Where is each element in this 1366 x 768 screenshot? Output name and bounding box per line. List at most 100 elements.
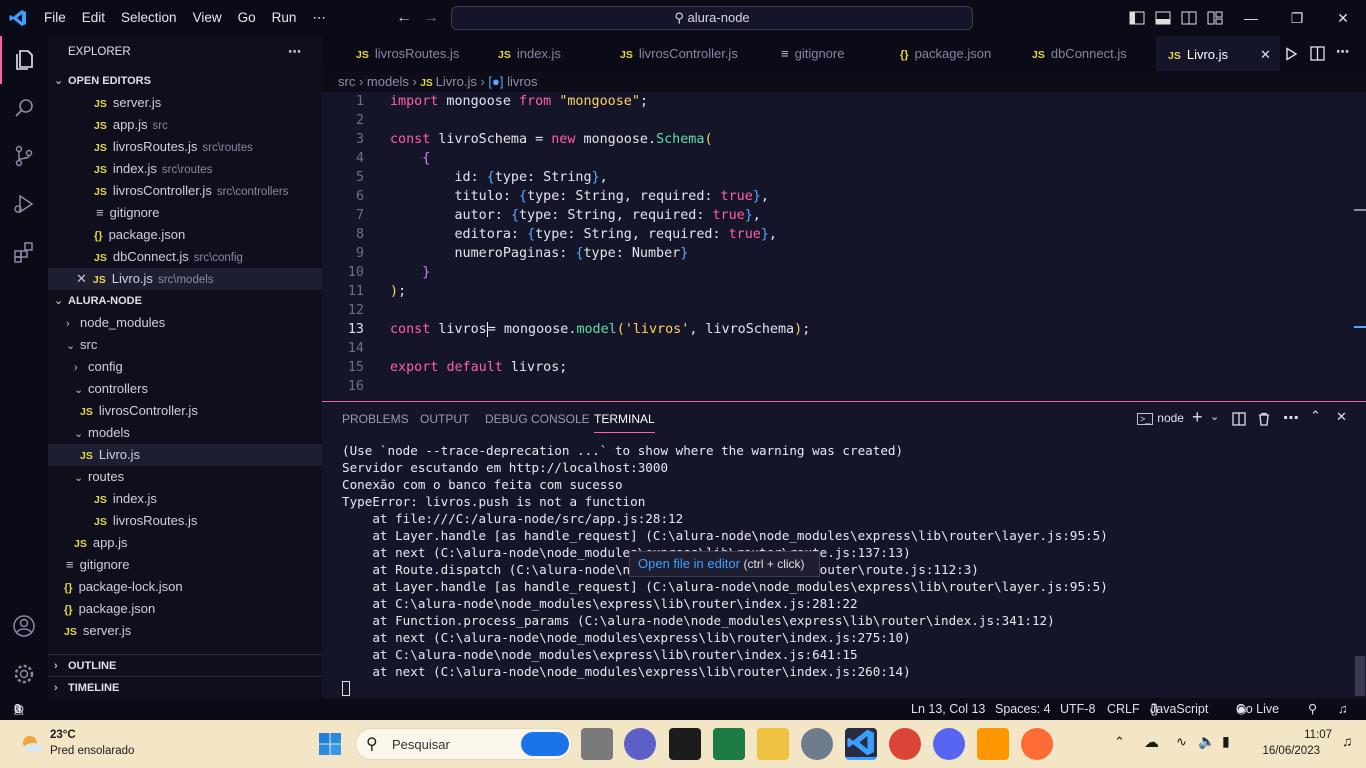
chrome-icon[interactable] xyxy=(889,728,921,760)
tree-folder[interactable]: › config xyxy=(48,356,322,378)
battery-icon[interactable]: ▮ xyxy=(1222,733,1230,750)
terminal-app-icon[interactable] xyxy=(669,728,701,760)
menu-run[interactable]: Run xyxy=(264,0,305,36)
notifications-bell-icon[interactable]: ♫ xyxy=(1338,698,1347,720)
panel-more-icon[interactable]: ⋯ xyxy=(1283,408,1299,428)
clock-time[interactable]: 11:07 xyxy=(1284,729,1332,741)
tab-package-json[interactable]: {} package.json xyxy=(900,36,991,71)
windows-start-icon[interactable] xyxy=(318,732,342,756)
terminal-selector[interactable]: >_ node xyxy=(1137,411,1184,425)
close-window-button[interactable]: ✕ xyxy=(1320,0,1366,36)
code-editor[interactable]: 1 2 3 4 5 6 7 8 9 10 11 12 13 14 15 16 i… xyxy=(322,92,1366,400)
split-editor-icon[interactable] xyxy=(1310,46,1325,61)
menu-view[interactable]: View xyxy=(185,0,230,36)
explorer-more-icon[interactable]: ⋯ xyxy=(288,41,318,63)
explorer-icon[interactable] xyxy=(0,36,48,84)
teams-chat-icon[interactable] xyxy=(624,728,656,760)
wifi-icon[interactable]: ∿ xyxy=(1176,734,1187,750)
tree-file[interactable]: JS app.js xyxy=(48,532,322,554)
tree-file[interactable]: JS livrosRoutes.js xyxy=(48,510,322,532)
tree-file[interactable]: {} package-lock.json xyxy=(48,576,322,598)
tooltip-link[interactable]: Open file in editor xyxy=(638,556,740,571)
toggle-panel-icon[interactable] xyxy=(1155,10,1171,26)
timeline-header[interactable]: › TIMELINE xyxy=(48,676,322,698)
menu-more[interactable]: ⋯ xyxy=(304,0,334,36)
outline-header[interactable]: › OUTLINE xyxy=(48,654,322,676)
extensions-icon[interactable] xyxy=(0,228,48,276)
task-view-icon[interactable] xyxy=(581,728,613,760)
tree-file[interactable]: JS index.js xyxy=(48,488,322,510)
tree-folder[interactable]: › node_modules xyxy=(48,312,322,334)
source-control-icon[interactable] xyxy=(0,132,48,180)
menu-go[interactable]: Go xyxy=(230,0,264,36)
open-editors-header[interactable]: ⌄ OPEN EDITORS xyxy=(48,70,322,92)
back-arrow-icon[interactable]: ← xyxy=(390,9,418,27)
tree-file[interactable]: JS livrosController.js xyxy=(48,400,322,422)
sublime-text-icon[interactable] xyxy=(977,728,1009,760)
excel-icon[interactable] xyxy=(713,728,745,760)
run-debug-icon[interactable] xyxy=(0,180,48,228)
command-center-search[interactable]: ⚲ alura-node xyxy=(451,6,973,30)
onedrive-cloud-icon[interactable]: ☁ xyxy=(1144,733,1159,751)
tab-livro-active[interactable]: JS Livro.js ✕ xyxy=(1156,36,1280,71)
forward-arrow-icon[interactable]: → xyxy=(417,9,445,27)
terminal-cursor[interactable] xyxy=(342,681,350,696)
clock-date[interactable]: 16/06/2023 xyxy=(1256,745,1320,757)
terminal-scrollbar[interactable] xyxy=(1355,656,1365,696)
weather-icon[interactable] xyxy=(18,732,44,756)
open-editor-item[interactable]: JS dbConnect.js src\config xyxy=(48,246,322,268)
notification-bell-icon[interactable]: ♫ xyxy=(1342,733,1353,749)
open-editor-item[interactable]: JS app.js src xyxy=(48,114,322,136)
tree-folder[interactable]: ⌄ controllers xyxy=(48,378,322,400)
toggle-primary-sidebar-icon[interactable] xyxy=(1129,10,1145,26)
indentation[interactable]: Spaces: 4 xyxy=(995,698,1051,720)
maximize-panel-icon[interactable]: ⌃ xyxy=(1310,408,1321,424)
open-editor-item[interactable]: ≡ gitignore xyxy=(48,202,322,224)
file-explorer-icon[interactable] xyxy=(757,728,789,760)
settings-app-icon[interactable] xyxy=(801,728,833,760)
accounts-icon[interactable] xyxy=(0,602,48,650)
terminal-line-link[interactable]: at Layer.handle [as handle_request] (C:\… xyxy=(342,578,1107,595)
close-icon[interactable]: ✕ xyxy=(76,271,87,286)
split-terminal-icon[interactable] xyxy=(1232,412,1246,426)
tab-problems[interactable]: PROBLEMS xyxy=(342,412,409,426)
project-header[interactable]: ⌄ ALURA-NODE xyxy=(48,290,322,312)
tree-folder[interactable]: ⌄ src xyxy=(48,334,322,356)
tab-terminal[interactable]: TERMINAL xyxy=(594,412,655,433)
menu-edit[interactable]: Edit xyxy=(74,0,113,36)
tab-debug-console[interactable]: DEBUG CONSOLE xyxy=(485,412,590,426)
open-editor-item[interactable]: JS index.js src\routes xyxy=(48,158,322,180)
minimize-button[interactable]: — xyxy=(1228,0,1274,36)
discord-icon[interactable] xyxy=(933,728,965,760)
open-editor-item[interactable]: {} package.json xyxy=(48,224,322,246)
menu-selection[interactable]: Selection xyxy=(113,0,185,36)
postman-icon[interactable] xyxy=(1021,728,1053,760)
settings-gear-icon[interactable] xyxy=(0,650,48,698)
restore-button[interactable]: ❐ xyxy=(1274,0,1320,36)
breadcrumb-src[interactable]: src xyxy=(338,74,355,89)
breadcrumb-symbol[interactable]: livros xyxy=(507,74,537,89)
menu-file[interactable]: File xyxy=(36,0,74,36)
chevron-down-icon[interactable]: ⌄ xyxy=(1210,410,1219,423)
open-editor-item[interactable]: JS livrosRoutes.js src\routes xyxy=(48,136,322,158)
accounts-status-icon[interactable]: ⚲ xyxy=(1308,698,1317,720)
customize-layout-icon[interactable] xyxy=(1207,10,1223,26)
end-of-line[interactable]: CRLF xyxy=(1107,698,1140,720)
run-file-icon[interactable] xyxy=(1284,47,1298,61)
system-tray-chevron-icon[interactable]: ⌃ xyxy=(1114,734,1125,750)
breadcrumb-models[interactable]: models xyxy=(367,74,409,89)
volume-icon[interactable]: 🔈 xyxy=(1198,733,1215,750)
tab-output[interactable]: OUTPUT xyxy=(420,412,469,426)
tab-index[interactable]: JS index.js xyxy=(498,36,561,71)
close-panel-icon[interactable]: ✕ xyxy=(1336,409,1347,425)
trash-icon[interactable] xyxy=(1257,412,1271,426)
breadcrumb-file[interactable]: Livro.js xyxy=(436,74,477,89)
new-terminal-icon[interactable]: + xyxy=(1192,407,1203,428)
cursor-position[interactable]: Ln 13, Col 13 xyxy=(911,698,985,720)
tree-file-selected[interactable]: JS Livro.js xyxy=(48,444,322,466)
close-tab-icon[interactable]: ✕ xyxy=(1260,37,1271,72)
tab-gitignore[interactable]: ≡ gitignore xyxy=(781,36,844,71)
tab-livrosroutes[interactable]: JS livrosRoutes.js xyxy=(356,36,459,71)
tree-file[interactable]: JS server.js xyxy=(48,620,322,642)
toggle-secondary-sidebar-icon[interactable] xyxy=(1181,10,1197,26)
